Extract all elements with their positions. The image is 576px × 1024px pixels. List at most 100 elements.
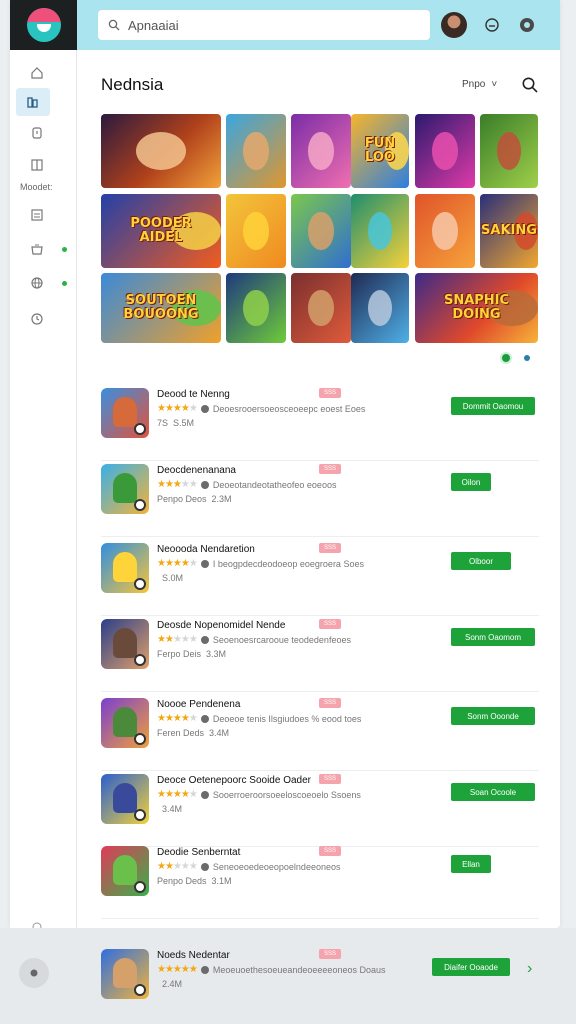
app-name: Deood te Nenng: [157, 389, 230, 400]
description-text: Sooerroeroorsoeeloscoeoelo Ssoens: [212, 789, 361, 800]
tile-title: SNAPHIC DOING: [443, 293, 510, 322]
status-badge: SSS: [319, 774, 342, 784]
list-item[interactable]: Deosde Nopenomidel Nende SSS ★★★★★ Seoen…: [101, 614, 539, 692]
tile-title: SOUTOEN BOUOONG: [123, 293, 199, 322]
game-tile[interactable]: [415, 114, 475, 188]
list-item[interactable]: Deoce Oetenepoorc Sooide Oader SSS ★★★★★…: [101, 769, 539, 847]
info-icon: [200, 404, 209, 413]
list-item[interactable]: Noeds Nedentar SSS ★★★★★ Meoeuoethesoeue…: [101, 944, 539, 1022]
install-button[interactable]: Soan Ocoole: [451, 783, 535, 801]
game-tile[interactable]: POODER AIDEL: [101, 194, 221, 268]
character-art: [308, 211, 334, 251]
list-item[interactable]: Deood te Nenng SSS ★★★★★ Deoesrooersoeos…: [101, 383, 539, 461]
install-button[interactable]: Olboor: [451, 552, 511, 570]
sidebar-item-store[interactable]: [26, 238, 48, 260]
character-art: [432, 211, 458, 251]
app-meta: 7S S.5M: [157, 418, 194, 428]
character-art: [243, 289, 269, 327]
sort-dropdown[interactable]: Pnpo ˅: [462, 79, 497, 90]
sidebar-item-clock[interactable]: [26, 122, 48, 144]
carousel-pager[interactable]: [500, 352, 530, 364]
game-tile[interactable]: [291, 194, 351, 268]
game-tile[interactable]: [480, 114, 538, 188]
badge-icon: [134, 984, 146, 996]
app-icon[interactable]: [101, 464, 149, 514]
app-description: ★★★★★ Deoeotandeotatheofeo eoeoos: [157, 479, 336, 490]
game-tile[interactable]: [351, 273, 409, 343]
app-logo[interactable]: [10, 0, 77, 50]
rating-stars: ★★★★★: [157, 558, 198, 569]
smiley-icon[interactable]: [483, 16, 501, 34]
description-text: I beogpdecdeodoeop eoegroera Soes: [212, 558, 364, 569]
menu-button[interactable]: [19, 958, 49, 988]
app-name: Deosde Nopenomidel Nende: [157, 620, 286, 631]
search-icon: [108, 19, 120, 31]
character-art: [113, 473, 137, 503]
user-avatar[interactable]: [441, 12, 467, 38]
install-button[interactable]: Diaifer Ooaode: [432, 958, 510, 976]
game-tile[interactable]: [415, 194, 475, 268]
character-art: [308, 131, 334, 171]
sort-label: Pnpo: [462, 79, 486, 90]
pager-dot[interactable]: [524, 355, 530, 361]
sidebar-item-history[interactable]: [26, 308, 48, 330]
app-icon[interactable]: [101, 543, 149, 593]
game-tile[interactable]: [226, 194, 286, 268]
install-button[interactable]: Sonm Oaomom: [451, 628, 535, 646]
app-description: ★★★★★ Meoeuoethesoeueandeoeeeeoneos Doau…: [157, 964, 385, 975]
game-tile[interactable]: [101, 114, 221, 188]
app-icon[interactable]: [101, 619, 149, 669]
character-art: [308, 289, 334, 327]
character-art: [243, 131, 269, 171]
grid-icon: [31, 159, 43, 171]
download-size: 3.4M: [162, 804, 183, 814]
settings-icon[interactable]: [518, 16, 536, 34]
pager-dot-active[interactable]: [500, 352, 512, 364]
game-tile[interactable]: SNAPHIC DOING: [415, 273, 538, 343]
character-art: [113, 855, 137, 885]
top-bar: [77, 0, 560, 50]
status-badge: SSS: [319, 619, 342, 629]
list-item[interactable]: Deocdenenanana SSS ★★★★★ Deoeotandeotath…: [101, 459, 539, 537]
game-tile[interactable]: [226, 114, 286, 188]
page-title: Nednsia: [101, 75, 164, 94]
install-button[interactable]: Oilon: [451, 473, 491, 491]
install-button[interactable]: Dommit Oaomou: [451, 397, 535, 415]
game-tile[interactable]: FUN LOO: [351, 114, 409, 188]
app-icon[interactable]: [101, 949, 149, 999]
description-text: Seneoeoedeoeopoelndeeoneos: [212, 861, 341, 872]
game-tile[interactable]: SOUTOEN BOUOONG: [101, 273, 221, 343]
search-box[interactable]: [98, 10, 430, 40]
meta-prefix: Feren Deds: [157, 728, 205, 738]
game-tile[interactable]: [226, 273, 286, 343]
list-item[interactable]: Noooe Pendenena SSS ★★★★★ Deoeoe tenis I…: [101, 693, 539, 771]
badge-icon: [134, 809, 146, 821]
tile-title: FUN LOO: [364, 136, 396, 165]
sidebar-item-library[interactable]: [16, 88, 50, 116]
sidebar-item-home[interactable]: [26, 62, 48, 84]
sidebar-item-document[interactable]: [26, 204, 48, 226]
sidebar-item-grid[interactable]: [26, 154, 48, 176]
badge-icon: [134, 499, 146, 511]
search-icon[interactable]: [521, 76, 539, 94]
game-tile[interactable]: [291, 114, 351, 188]
game-tile[interactable]: SAKING: [480, 194, 538, 268]
badge-icon: [134, 654, 146, 666]
tile-title: SAKING: [481, 223, 537, 239]
install-button[interactable]: Sonm Ooonde: [451, 707, 535, 725]
sidebar-item-globe[interactable]: [26, 272, 48, 294]
app-icon[interactable]: [101, 698, 149, 748]
install-button[interactable]: Ellan: [451, 855, 491, 873]
character-art: [113, 958, 137, 988]
app-icon[interactable]: [101, 388, 149, 438]
chevron-right-icon[interactable]: ›: [527, 960, 532, 978]
game-tile[interactable]: [291, 273, 351, 343]
app-icon[interactable]: [101, 774, 149, 824]
search-input[interactable]: [128, 17, 408, 33]
list-item[interactable]: Neoooda Nendaretion SSS ★★★★★ I beogpdec…: [101, 538, 539, 616]
globe-icon: [31, 277, 43, 289]
app-icon[interactable]: [101, 846, 149, 896]
list-item[interactable]: Deodie Senberntat SSS ★★★★★ Seneoeoedeoe…: [101, 841, 539, 919]
game-tile[interactable]: [351, 194, 409, 268]
tile-title: POODER AIDEL: [130, 216, 192, 245]
